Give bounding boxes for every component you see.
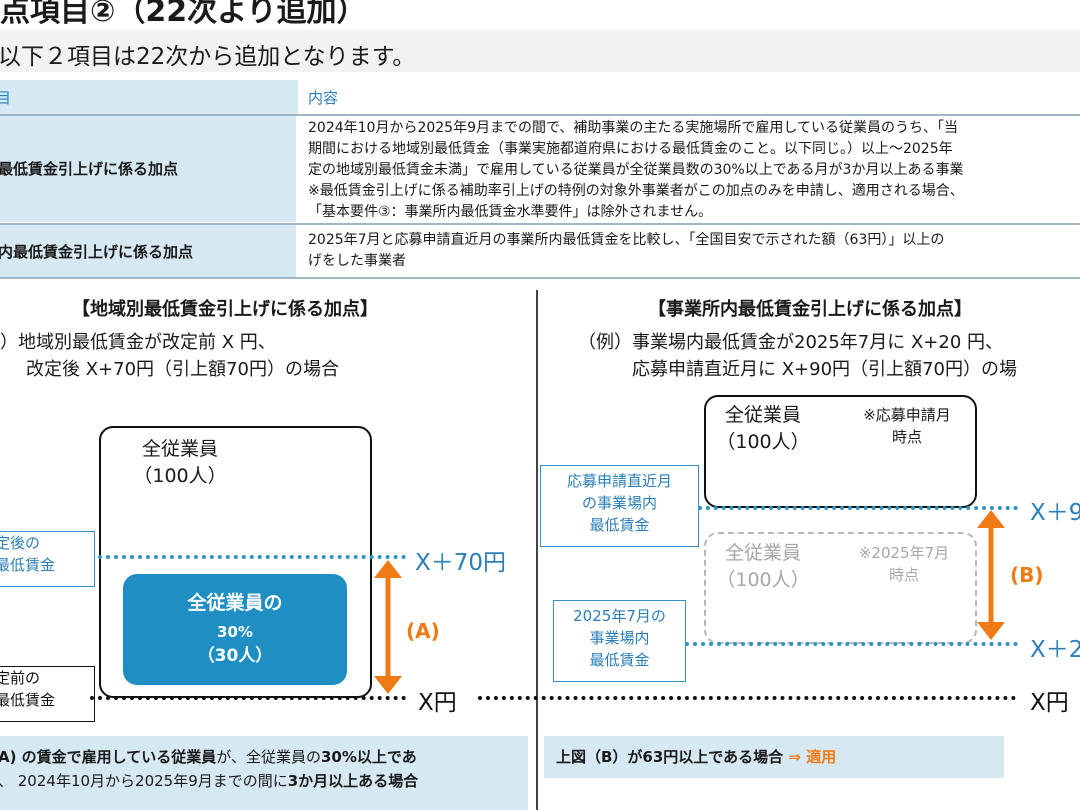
right-result-line: 上図（B）が63円以上である場合 ⇒ 適用 (556, 744, 836, 770)
result-normal: が、全従業員の (216, 748, 321, 766)
box-label-line: （100人） (133, 465, 227, 487)
table-row-label: 内最低賃金引上げに係る加点 (0, 243, 194, 261)
section-divider (536, 290, 538, 810)
note-line: 時点 (891, 428, 922, 446)
table-row-line: 2025年7月と応募申請直近月の事業所内最低賃金を比較し、「全国目安で示された額… (308, 232, 945, 248)
note-line: ※2025年7月 (858, 544, 950, 562)
table-row-line: 2024年10月から2025年9月までの間で、補助事業の主たる実施場所で雇用して… (308, 120, 958, 136)
after-wage-box: 定後の 最低賃金 (0, 531, 95, 587)
note-line: 時点 (888, 566, 919, 584)
july-wage-value: X＋2 (1030, 637, 1080, 663)
wage-box-line: 最低賃金 (0, 691, 56, 709)
box-label-line: （100人） (716, 431, 810, 453)
before-wage-value: X円 (418, 690, 457, 716)
after-wage-line (90, 555, 406, 559)
recent-wage-box: 応募申請直近月 の事業場内 最低賃金 (540, 465, 699, 547)
result-normal: 、 2024年10月から2025年9月までの間に (0, 772, 288, 790)
table-row-line: 定の地域別最低賃金未満」で雇用している従業員が全従業員数の30%以上である月が3… (308, 162, 964, 178)
table-row-label: 最低賃金引上げに係る加点 (0, 160, 179, 178)
right-example-line2: 応募申請直近月に X+90円（引上額70円）の場 (632, 359, 1017, 380)
page-title: 点項目②（22次より追加） (0, 0, 367, 29)
arrow-b-label: (B) (1010, 563, 1044, 587)
july-wage-line (685, 642, 1018, 646)
after-wage-value: X＋70円 (415, 550, 507, 576)
apply-label: 適用 (806, 748, 837, 766)
left-example-line2: 改定後 X+70円（引上額70円）の場合 (26, 359, 339, 380)
base-wage-line (478, 696, 1016, 700)
recent-wage-value: X＋9 (1030, 500, 1080, 526)
table-row-content: 2024年10月から2025年9月までの間で、補助事業の主たる実施場所で雇用して… (308, 118, 964, 223)
table-row-line: げをした事業者 (308, 253, 406, 269)
table-header-content: 内容 (308, 89, 339, 107)
table-header-item: 目 (0, 89, 12, 107)
thirty-percent-block: 全従業員の 30% （30人） (123, 574, 347, 685)
result-emphasis: 30%以上であ (320, 748, 417, 766)
recent-wage-line (698, 506, 1018, 510)
wage-box-line: 応募申請直近月 (566, 472, 672, 490)
table-row-line: ※最低賃金引上げに係る補助率引上げの特例の対象外事業者がこの加点のみを申請し、適… (308, 183, 964, 199)
before-wage-line (90, 696, 406, 700)
current-employees-note: ※応募申請月 時点 (849, 404, 965, 448)
box-label-line: 全従業員 (724, 404, 801, 426)
left-example-line1: ）地域別最低賃金が改定前 X 円、 (0, 332, 276, 353)
fill-label-line: 全従業員の (187, 592, 283, 614)
table-row-line: 「基本要件③：事業所内最低賃金水準要件」は除外されません。 (308, 204, 713, 220)
wage-box-line: 最低賃金 (589, 516, 650, 534)
current-employees-label: 全従業員 （100人） (703, 402, 823, 456)
table-row-line: 期間における地域別最低賃金（事業実施都道府県における最低賃金のこと。以下同じ。）… (308, 141, 953, 157)
table-divider (0, 277, 1080, 279)
fill-label-line: 30% (217, 623, 253, 641)
all-employees-label: 全従業員 （100人） (120, 436, 240, 490)
result-emphasis: 3か月以上ある場合 (287, 772, 419, 790)
table-row-content: 2025年7月と応募申請直近月の事業所内最低賃金を比較し、「全国目安で示された額… (308, 230, 944, 272)
box-label-line: 全従業員 (724, 542, 801, 564)
arrow-right-icon: ⇒ (788, 748, 801, 766)
page-subtitle: 以下２項目は22次から追加となります。 (0, 44, 416, 70)
note-line: ※応募申請月 (863, 406, 951, 424)
right-example-line1: （例）事業場内最低賃金が2025年7月に X+20 円、 (578, 332, 1004, 353)
july-wage-box: 2025年7月の 事業場内 最低賃金 (553, 600, 686, 682)
table-header-content-bg (298, 80, 1080, 114)
past-employees-note: ※2025年7月 時点 (846, 542, 962, 586)
wage-box-line: 事業場内 (589, 629, 650, 647)
left-result-line2: 、 2024年10月から2025年9月までの間に3か月以上ある場合 (0, 768, 418, 794)
base-wage-value: X円 (1030, 690, 1069, 716)
fill-label-line: （30人） (197, 646, 273, 666)
arrow-a-label: (A) (406, 619, 440, 643)
wage-box-line: 最低賃金 (589, 651, 650, 669)
result-emphasis: A) の賃金で雇用している従業員 (0, 748, 217, 766)
wage-box-line: 最低賃金 (0, 556, 56, 574)
left-heading: 【地域別最低賃金引上げに係る加点】 (72, 299, 378, 320)
result-emphasis: 上図（B）が63円以上である場合 (556, 748, 784, 766)
before-wage-box: 定前の 最低賃金 (0, 666, 95, 722)
wage-box-line: の事業場内 (581, 494, 657, 512)
past-employees-label: 全従業員 （100人） (703, 540, 823, 594)
arrow-a-icon (374, 560, 402, 694)
left-result-line1: A) の賃金で雇用している従業員が、全従業員の30%以上であ (0, 744, 417, 770)
box-label-line: 全従業員 (141, 438, 218, 460)
right-heading: 【事業所内最低賃金引上げに係る加点】 (648, 299, 972, 320)
arrow-b-icon (977, 510, 1005, 640)
box-label-line: （100人） (716, 569, 810, 591)
wage-box-line: 定前の (0, 669, 41, 687)
wage-box-line: 2025年7月の (573, 607, 666, 625)
wage-box-line: 定後の (0, 534, 41, 552)
